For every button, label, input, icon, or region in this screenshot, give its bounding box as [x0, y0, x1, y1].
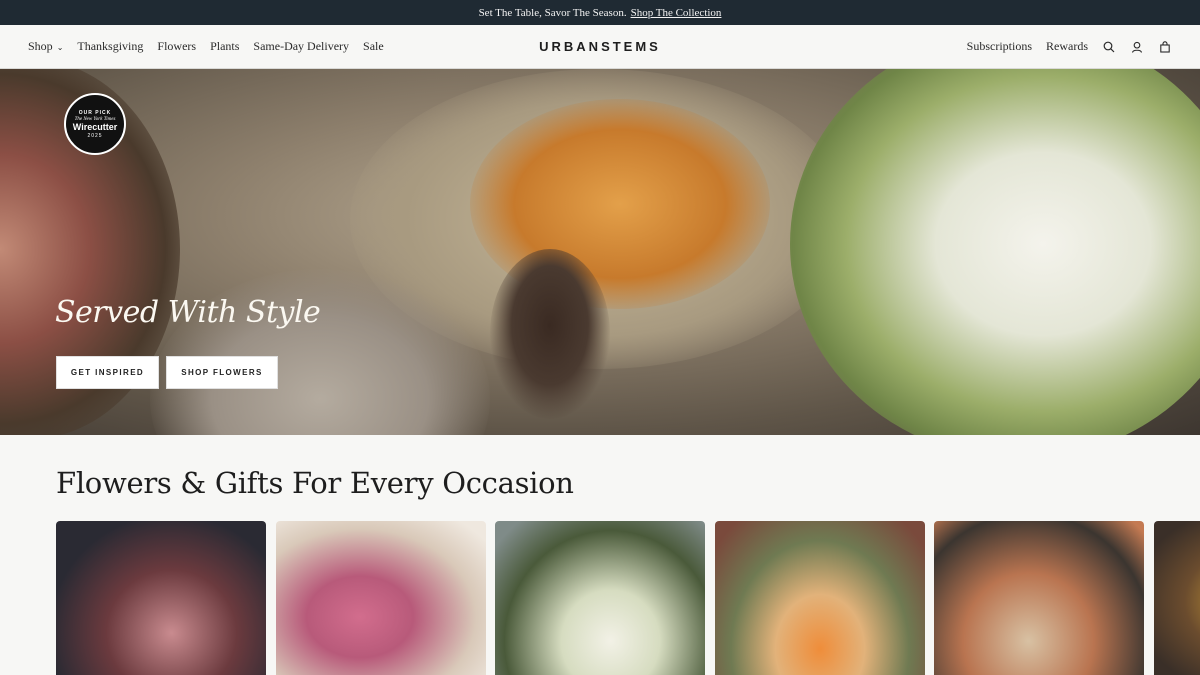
occasions-heading: Flowers & Gifts For Every Occasion [56, 466, 574, 500]
nav-shop[interactable]: Shop ⌄ [28, 39, 63, 54]
occasion-card[interactable] [715, 521, 925, 675]
occasion-card[interactable] [495, 521, 705, 675]
nav-shop-label: Shop [28, 39, 53, 53]
occasion-card[interactable] [1154, 521, 1200, 675]
primary-nav: Shop ⌄ Thanksgiving Flowers Plants Same-D… [28, 39, 384, 54]
occasion-card[interactable] [934, 521, 1144, 675]
shop-flowers-button[interactable]: SHOP FLOWERS [166, 356, 278, 389]
occasion-card[interactable] [276, 521, 486, 675]
brand-logo[interactable]: URBANSTEMS [539, 39, 661, 54]
nav-rewards[interactable]: Rewards [1046, 39, 1088, 54]
nav-flowers[interactable]: Flowers [157, 39, 196, 54]
occasion-card[interactable] [56, 521, 266, 675]
nav-thanksgiving[interactable]: Thanksgiving [77, 39, 143, 54]
account-icon[interactable] [1130, 40, 1144, 54]
nav-same-day-delivery[interactable]: Same-Day Delivery [253, 39, 349, 54]
search-icon[interactable] [1102, 40, 1116, 54]
announcement-text: Set The Table, Savor The Season. [478, 6, 627, 19]
nav-plants[interactable]: Plants [210, 39, 239, 54]
cart-icon[interactable] [1158, 40, 1172, 54]
site-header: Shop ⌄ Thanksgiving Flowers Plants Same-D… [0, 25, 1200, 69]
get-inspired-button[interactable]: GET INSPIRED [56, 356, 159, 389]
wirecutter-badge: OUR PICK The New York Times Wirecutter 2… [64, 93, 126, 155]
secondary-nav: Subscriptions Rewards [967, 39, 1172, 54]
chevron-down-icon: ⌄ [56, 43, 64, 52]
flowers-right-shape [790, 69, 1200, 435]
occasion-carousel[interactable] [56, 521, 1200, 675]
announcement-bar: Set The Table, Savor The Season. Shop Th… [0, 0, 1200, 25]
badge-top-text: OUR PICK [78, 109, 112, 116]
hero-banner[interactable]: OUR PICK The New York Times Wirecutter 2… [0, 69, 1200, 435]
hero-title: Served With Style [55, 295, 321, 330]
wine-glass-shape [490, 249, 610, 419]
nav-sale[interactable]: Sale [363, 39, 384, 54]
shop-collection-link[interactable]: Shop The Collection [631, 7, 722, 19]
nav-subscriptions[interactable]: Subscriptions [967, 39, 1032, 54]
badge-year: 2025 [87, 132, 103, 139]
badge-name: Wirecutter [72, 121, 118, 132]
